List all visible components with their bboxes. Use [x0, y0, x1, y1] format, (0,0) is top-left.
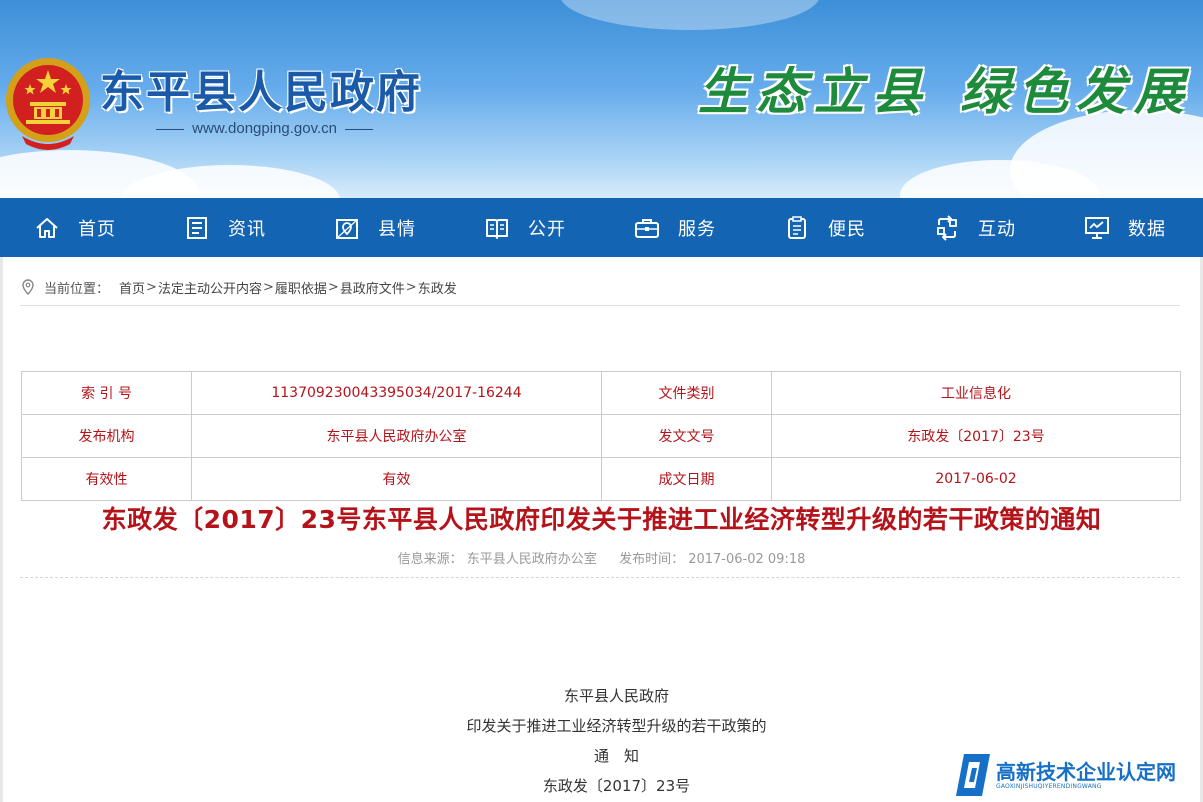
- nav-item-data[interactable]: 数据: [1050, 198, 1200, 257]
- meta-value: 工业信息化: [771, 371, 1181, 415]
- breadcrumb-separator: >: [405, 279, 417, 295]
- breadcrumb: 当前位置： 首页 > 法定主动公开内容 > 履职依据 > 县政府文件 > 东政发: [20, 275, 1180, 306]
- meta-key: 发布机构: [20, 414, 193, 458]
- breadcrumb-link[interactable]: 法定主动公开内容: [158, 278, 262, 297]
- slogan-part2: 绿色发展: [960, 62, 1192, 121]
- nav-item-public[interactable]: 公开: [450, 198, 600, 257]
- url-line-left: [156, 128, 184, 130]
- watermark-text: 高新技术企业认定网 GAOXINJISHUQIYERENDINGWANG: [996, 761, 1176, 790]
- breadcrumb-link[interactable]: 东政发: [418, 278, 457, 297]
- nav-label: 公开: [528, 218, 566, 240]
- meta-key: 成文日期: [600, 457, 773, 501]
- main-nav: 首页 资讯 县情 公开 服务 便民 互动 数据: [0, 198, 1203, 257]
- source-label: 信息来源：: [397, 552, 463, 567]
- news-icon: [187, 216, 207, 239]
- meta-value: 2017-06-02: [771, 457, 1181, 501]
- nav-label: 县情: [378, 218, 416, 240]
- breadcrumb-separator: >: [262, 279, 274, 295]
- site-url-text: www.dongping.gov.cn: [192, 120, 337, 137]
- nav-item-county[interactable]: 县情: [300, 198, 450, 257]
- document-title: 东政发〔2017〕23号东平县人民政府印发关于推进工业经济转型升级的若干政策的通…: [101, 505, 1102, 534]
- nav-item-convenience[interactable]: 便民: [750, 198, 900, 257]
- meta-key: 有效性: [20, 457, 193, 501]
- breadcrumb-link[interactable]: 履职依据: [275, 278, 327, 297]
- meta-key: 索 引 号: [20, 371, 193, 415]
- title-divider: [20, 577, 1180, 578]
- document-meta-table: 索 引 号 113709230043395034/2017-16244 文件类别…: [20, 371, 1181, 501]
- nav-item-home[interactable]: 首页: [0, 198, 150, 257]
- meta-value: 有效: [191, 457, 602, 501]
- home-icon: [36, 217, 58, 238]
- nav-label: 数据: [1128, 218, 1166, 240]
- briefcase-icon: [635, 218, 659, 238]
- meta-value: 东平县人民政府办公室: [191, 414, 602, 458]
- breadcrumb-link[interactable]: 县政府文件: [340, 278, 405, 297]
- nav-label: 资讯: [228, 218, 266, 240]
- site-url: www.dongping.gov.cn: [152, 120, 377, 137]
- interaction-icon: [937, 214, 957, 241]
- cloud-decoration: [560, 0, 820, 30]
- time-label: 发布时间：: [619, 552, 685, 567]
- site-banner: 东平县人民政府 www.dongping.gov.cn 生态立县 绿色发展: [0, 0, 1203, 198]
- book-icon: [486, 218, 508, 239]
- site-title: 东平县人民政府: [100, 67, 422, 118]
- watermark-subtitle: GAOXINJISHUQIYERENDINGWANG: [996, 782, 1102, 790]
- watermark-logo-icon: [956, 754, 990, 796]
- meta-key: 发文文号: [600, 414, 773, 458]
- body-line: 东平县人民政府: [563, 687, 669, 705]
- body-line: 印发关于推进工业经济转型升级的若干政策的: [466, 717, 767, 735]
- url-line-right: [345, 128, 374, 130]
- breadcrumb-separator: >: [146, 279, 157, 295]
- nav-label: 首页: [78, 218, 116, 240]
- nav-label: 服务: [678, 218, 716, 240]
- table-row: 索 引 号 113709230043395034/2017-16244 文件类别…: [20, 371, 1181, 415]
- nav-item-news[interactable]: 资讯: [150, 198, 300, 257]
- nav-item-service[interactable]: 服务: [600, 198, 750, 257]
- nav-item-interaction[interactable]: 互动: [900, 198, 1050, 257]
- slogan-part1: 生态立县: [698, 62, 930, 121]
- breadcrumb-label: 当前位置：: [44, 281, 110, 297]
- breadcrumb-link[interactable]: 首页: [119, 278, 145, 297]
- main-content: 当前位置： 首页 > 法定主动公开内容 > 履职依据 > 县政府文件 > 东政发 索 引…: [0, 257, 1203, 802]
- watermark-title: 高新技术企业认定网: [996, 759, 1176, 784]
- watermark: 高新技术企业认定网 GAOXINJISHUQIYERENDINGWANG: [956, 750, 1203, 800]
- slogan: 生态立县 绿色发展: [698, 52, 1192, 124]
- nav-label: 便民: [828, 218, 866, 240]
- breadcrumb-separator: >: [327, 279, 339, 295]
- meta-value: 东政发〔2017〕23号: [771, 414, 1181, 458]
- table-row: 有效性 有效 成文日期 2017-06-02: [20, 457, 1181, 501]
- time-value: 2017-06-02 09:18: [688, 552, 806, 567]
- national-emblem-icon: [6, 58, 90, 150]
- source-value: 东平县人民政府办公室: [466, 552, 597, 567]
- meta-key: 文件类别: [600, 371, 773, 415]
- location-pin-icon: [22, 279, 34, 295]
- document-info: 信息来源： 东平县人民政府办公室 发布时间： 2017-06-02 09:18: [0, 548, 1203, 567]
- clipboard-icon: [788, 215, 806, 239]
- map-icon: [336, 218, 358, 239]
- nav-label: 互动: [978, 218, 1016, 240]
- monitor-icon: [1085, 216, 1109, 239]
- meta-value: 113709230043395034/2017-16244: [191, 371, 602, 415]
- table-row: 发布机构 东平县人民政府办公室 发文文号 东政发〔2017〕23号: [20, 414, 1181, 458]
